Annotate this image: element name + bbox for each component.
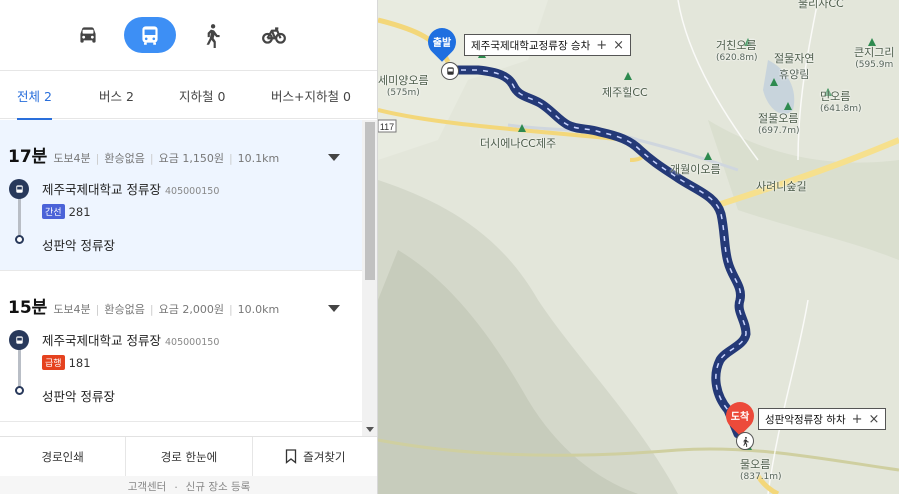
map-label: 민오름 (641.8m) [820, 90, 862, 114]
tab-bus-subway[interactable]: 버스+지하철 0 [271, 71, 351, 119]
walk-icon [206, 24, 220, 48]
favorite-button[interactable]: 즐겨찾기 [253, 437, 377, 476]
map-label: 제주힐CC [602, 86, 648, 99]
end-stop-name[interactable]: 성판악 정류장 [42, 235, 362, 254]
stop-id: 405000150 [164, 186, 220, 197]
route-duration: 15분 [8, 298, 48, 318]
transport-mode-bar [0, 0, 377, 71]
support-link[interactable]: 고객센터 [128, 479, 167, 494]
footer-links: 고객센터 · 신규 장소 등록 [0, 476, 377, 494]
start-callout[interactable]: 제주국제대학교정류장 승차 + × [464, 34, 632, 56]
scrollbar-thumb[interactable] [365, 122, 375, 280]
end-callout[interactable]: 성판악정류장 하차 + × [758, 408, 887, 430]
mode-car-button[interactable] [62, 17, 114, 53]
route-overview-button[interactable]: 경로 한눈에 [126, 437, 253, 476]
start-stop-name[interactable]: 제주국제대학교 정류장 [42, 333, 161, 348]
map-label: 사려니숲길 [756, 180, 807, 193]
route-meta: 도보4분 | 환승없음 | 요금 2,000원 | 10.0km [53, 303, 280, 316]
bus-stop-icon [9, 330, 29, 350]
close-icon[interactable]: × [869, 412, 880, 427]
bus-stop-marker[interactable] [441, 62, 459, 80]
destination-dot-icon [15, 235, 24, 244]
close-icon[interactable]: × [613, 38, 624, 53]
bus-type-badge: 간선 [42, 204, 65, 219]
mode-bike-button[interactable] [248, 17, 300, 53]
chevron-down-icon[interactable] [328, 154, 340, 161]
bus-number[interactable]: 181 [69, 356, 91, 370]
map-label: 큰지그리 (595.9m [854, 46, 895, 70]
print-route-button[interactable]: 경로인쇄 [0, 437, 127, 476]
map-label: 개월이오름 [670, 163, 721, 176]
map-label: 더시에나CC제주 [480, 137, 557, 150]
tab-subway[interactable]: 지하철 0 [179, 71, 225, 119]
route-item[interactable]: 17분 도보4분 | 환승없음 | 요금 1,150원 | 10.1km 제주국제대학교 정… [0, 120, 362, 271]
route-duration: 17분 [8, 147, 48, 167]
map-label: 절물오름 (697.7m) [758, 112, 800, 136]
map-label: 거친오름 (620.8m) [716, 39, 758, 63]
bottom-actions: 경로인쇄 경로 한눈에 즐겨찾기 [0, 436, 377, 476]
map-label: 물리사CC [798, 0, 844, 10]
add-waypoint-button[interactable]: + [852, 412, 863, 427]
bus-icon [446, 66, 454, 75]
map-label: 세미양오름 (575m) [378, 74, 429, 98]
chevron-down-icon[interactable] [328, 305, 340, 312]
tab-bus[interactable]: 버스 2 [99, 71, 134, 119]
directions-panel: 전체 2 버스 2 지하철 0 버스+지하철 0 17분 도보4분 | 환승없음 | 요… [0, 0, 378, 494]
bus-type-badge: 급행 [42, 355, 65, 370]
route-item[interactable]: 15분 도보4분 | 환승없음 | 요금 2,000원 | 10.0km 제주국제대학교 정… [0, 271, 362, 422]
route-list: 17분 도보4분 | 환승없음 | 요금 1,150원 | 10.1km 제주국제대학교 정… [0, 120, 362, 436]
start-stop-name[interactable]: 제주국제대학교 정류장 [42, 182, 161, 197]
route-list-scrollbar[interactable] [362, 120, 377, 436]
scroll-down-arrow-icon[interactable] [366, 427, 374, 432]
new-place-link[interactable]: 신규 장소 등록 [186, 479, 251, 494]
bus-icon [142, 26, 158, 45]
mode-transit-button[interactable] [124, 17, 176, 53]
stop-id: 405000150 [164, 337, 220, 348]
road-number-shield: 117 [380, 122, 394, 132]
map-view[interactable]: 117 세미양오름 (575m) 제주힐CC 더시에나CC제주 거친오름 (620.… [378, 0, 899, 494]
car-icon [80, 27, 96, 43]
bicycle-icon [262, 27, 286, 44]
tab-all[interactable]: 전체 2 [17, 71, 52, 120]
end-stop-name[interactable]: 성판악 정류장 [42, 386, 362, 405]
route-type-tabs: 전체 2 버스 2 지하철 0 버스+지하철 0 [0, 71, 377, 120]
add-waypoint-button[interactable]: + [596, 38, 607, 53]
map-label: 물오름 (837.1m) [740, 458, 782, 482]
bus-number[interactable]: 281 [69, 205, 91, 219]
map-label: 절물자연 휴양림 [774, 52, 815, 81]
bookmark-icon [286, 449, 297, 464]
start-pin[interactable]: 출발 [422, 22, 462, 64]
route-meta: 도보4분 | 환승없음 | 요금 1,150원 | 10.1km [53, 152, 280, 165]
bus-stop-icon [9, 179, 29, 199]
mode-walk-button[interactable] [186, 17, 238, 53]
destination-dot-icon [15, 386, 24, 395]
